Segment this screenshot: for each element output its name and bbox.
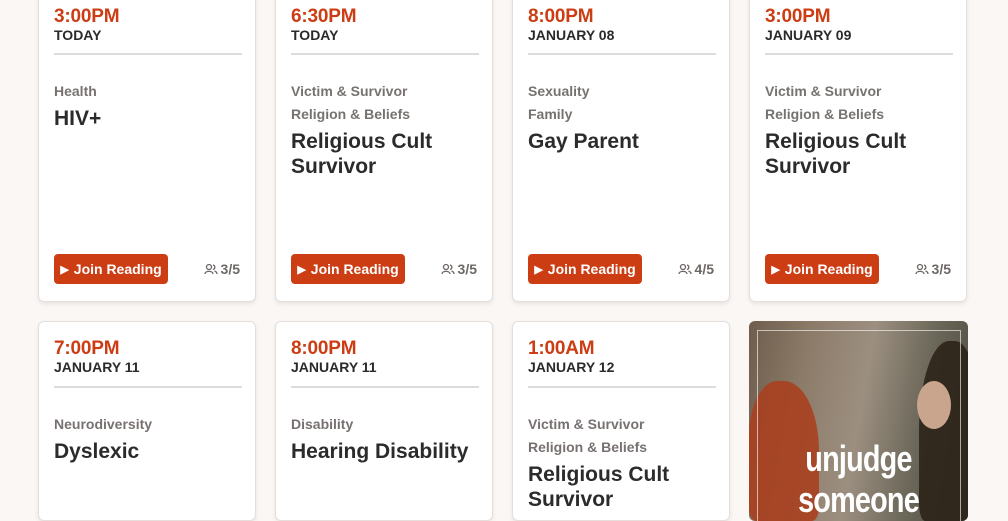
join-reading-label: Join Reading (310, 261, 399, 277)
reading-time: 8:00PM (291, 338, 357, 359)
participant-count: 3/5 (440, 261, 477, 277)
reading-card[interactable]: 7:00PM JANUARY 11 Neurodiversity Dyslexi… (38, 321, 256, 521)
reading-title: HIV+ (54, 107, 102, 130)
join-reading-label: Join Reading (73, 261, 162, 277)
category-tag: Victim & Survivor (528, 416, 645, 432)
users-icon (677, 263, 692, 275)
participant-count: 3/5 (203, 261, 240, 277)
participant-count-value: 3/5 (457, 261, 477, 277)
reading-time: 7:00PM (54, 338, 120, 359)
reading-time: 8:00PM (528, 6, 594, 27)
reading-date: JANUARY 12 (528, 359, 615, 375)
play-icon: ▶ (297, 263, 306, 276)
join-reading-label: Join Reading (784, 261, 873, 277)
reading-card[interactable]: 8:00PM JANUARY 11 Disability Hearing Dis… (275, 321, 493, 521)
divider (54, 386, 242, 388)
reading-card[interactable]: 6:30PM TODAY Victim & Survivor Religion … (275, 0, 493, 302)
promo-banner[interactable]: unjudge someone (749, 321, 968, 521)
reading-time: 6:30PM (291, 6, 357, 27)
reading-title: Hearing Disability (291, 440, 469, 463)
play-icon: ▶ (60, 263, 69, 276)
reading-date: TODAY (54, 27, 102, 43)
reading-title: Religious Cult Survivor (291, 130, 433, 178)
promo-headline-line1: unjudge (805, 438, 912, 479)
reading-title: Religious Cult Survivor (528, 463, 670, 511)
category-tag: Victim & Survivor (291, 83, 408, 99)
join-reading-button[interactable]: ▶ Join Reading (765, 254, 879, 284)
join-reading-button[interactable]: ▶ Join Reading (528, 254, 642, 284)
reading-card[interactable]: 3:00PM TODAY Health HIV+ ▶ Join Reading … (38, 0, 256, 302)
reading-time: 1:00AM (528, 338, 595, 359)
reading-time: 3:00PM (765, 6, 831, 27)
users-icon (914, 263, 929, 275)
join-reading-button[interactable]: ▶ Join Reading (291, 254, 405, 284)
reading-card[interactable]: 1:00AM JANUARY 12 Victim & Survivor Reli… (512, 321, 730, 521)
reading-date: JANUARY 08 (528, 27, 615, 43)
join-reading-label: Join Reading (547, 261, 636, 277)
divider (54, 53, 242, 55)
reading-time: 3:00PM (54, 6, 120, 27)
category-tag: Sexuality (528, 83, 590, 99)
reading-title: Gay Parent (528, 130, 639, 153)
promo-headline-line2: someone (798, 479, 920, 520)
category-tag: Health (54, 83, 97, 99)
reading-card[interactable]: 8:00PM JANUARY 08 Sexuality Family Gay P… (512, 0, 730, 302)
category-tag: Religion & Beliefs (291, 106, 411, 122)
divider (765, 53, 953, 55)
divider (528, 53, 716, 55)
divider (291, 386, 479, 388)
reading-date: JANUARY 11 (54, 359, 140, 375)
reading-date: JANUARY 11 (291, 359, 377, 375)
divider (528, 386, 716, 388)
reading-title: Religious Cult Survivor (765, 130, 907, 178)
users-icon (440, 263, 455, 275)
category-tag: Victim & Survivor (765, 83, 882, 99)
users-icon (203, 263, 218, 275)
category-tag: Neurodiversity (54, 416, 153, 432)
participant-count-value: 4/5 (694, 261, 714, 277)
category-tag: Religion & Beliefs (765, 106, 885, 122)
divider (291, 53, 479, 55)
participant-count-value: 3/5 (931, 261, 951, 277)
reading-title: Dyslexic (54, 440, 140, 463)
category-tag: Religion & Beliefs (528, 439, 648, 455)
category-tag: Disability (291, 416, 354, 432)
reading-date: JANUARY 09 (765, 27, 852, 43)
play-icon: ▶ (534, 263, 543, 276)
join-reading-button[interactable]: ▶ Join Reading (54, 254, 168, 284)
reading-date: TODAY (291, 27, 339, 43)
play-icon: ▶ (771, 263, 780, 276)
participant-count: 3/5 (914, 261, 951, 277)
category-tag: Family (528, 106, 573, 122)
reading-card[interactable]: 3:00PM JANUARY 09 Victim & Survivor Reli… (749, 0, 967, 302)
participant-count: 4/5 (677, 261, 714, 277)
participant-count-value: 3/5 (220, 261, 240, 277)
